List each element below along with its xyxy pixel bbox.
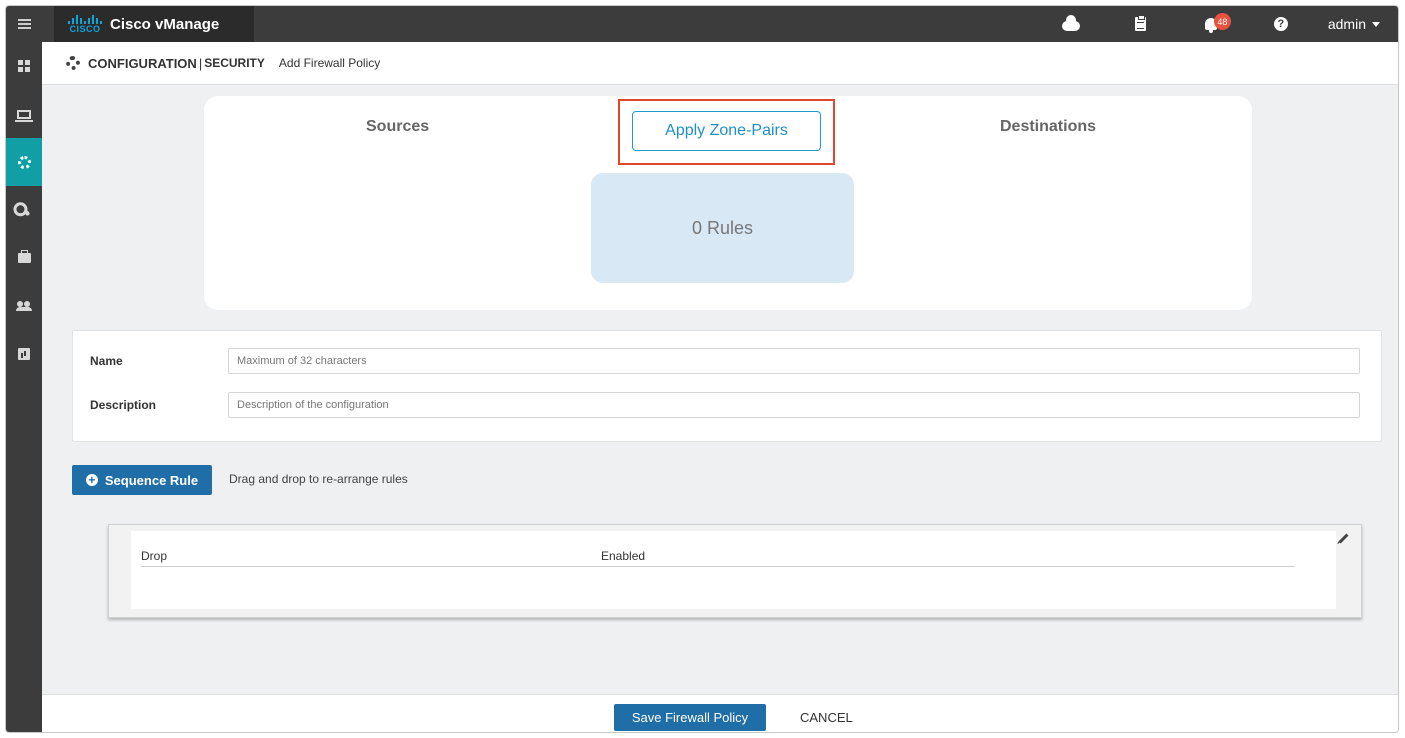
- cloud-icon: [1061, 15, 1080, 31]
- sidebar-item-maintenance[interactable]: [6, 234, 42, 282]
- rules-count-box: 0 Rules: [591, 173, 854, 283]
- sidebar-item-administration[interactable]: [6, 282, 42, 330]
- notifications-button[interactable]: 48: [1176, 6, 1246, 42]
- description-input[interactable]: [228, 392, 1360, 418]
- description-row: Description: [73, 392, 1381, 418]
- name-row: Name: [73, 348, 1381, 374]
- sequence-rule-label: Sequence Rule: [104, 472, 199, 488]
- top-bar: CISCO Cisco vManage 48 ? admin: [6, 6, 1398, 42]
- breadcrumb: CONFIGURATION | SECURITY Add Firewall Po…: [42, 42, 1398, 85]
- chevron-down-icon: [1372, 21, 1380, 27]
- user-name: admin: [1327, 16, 1366, 32]
- help-button[interactable]: ?: [1246, 6, 1316, 42]
- chart-icon: [18, 348, 30, 360]
- rule-action: Drop: [141, 549, 168, 563]
- plus-circle-icon: +: [85, 474, 98, 486]
- breadcrumb-subsection[interactable]: SECURITY: [204, 56, 265, 70]
- tasks-button[interactable]: [1106, 6, 1176, 42]
- pencil-edit-icon[interactable]: [1338, 533, 1349, 544]
- gear-icon: [66, 56, 80, 70]
- cancel-button[interactable]: CANCEL: [800, 704, 853, 731]
- laptop-icon: [15, 109, 33, 122]
- menu-icon: [17, 19, 31, 29]
- sidebar-item-analytics[interactable]: [6, 330, 42, 378]
- sidebar: [6, 42, 42, 732]
- sidebar-item-monitor[interactable]: [6, 90, 42, 138]
- briefcase-icon: [17, 250, 31, 263]
- brand[interactable]: CISCO Cisco vManage: [54, 6, 254, 42]
- rule-status: Enabled: [601, 549, 646, 563]
- cloud-button[interactable]: [1036, 6, 1106, 42]
- app-title: Cisco vManage: [110, 15, 220, 33]
- sidebar-item-tools[interactable]: [6, 186, 42, 234]
- save-firewall-policy-button[interactable]: Save Firewall Policy: [614, 704, 766, 731]
- footer-actions: Save Firewall Policy CANCEL: [42, 694, 1398, 732]
- notification-badge: 48: [1213, 13, 1231, 30]
- apply-zone-pairs-button[interactable]: Apply Zone-Pairs: [632, 111, 821, 151]
- name-input[interactable]: [228, 348, 1360, 374]
- zone-pairs-panel: Sources Apply Zone-Pairs Destinations 0 …: [204, 96, 1252, 310]
- cisco-logo-icon: CISCO: [68, 14, 102, 34]
- sequence-rule-card[interactable]: Drop Enabled: [108, 524, 1362, 618]
- add-sequence-rule-button[interactable]: + Sequence Rule: [72, 465, 212, 495]
- policy-form: Name Description: [72, 330, 1382, 442]
- users-icon: [16, 301, 32, 311]
- description-label: Description: [90, 398, 157, 412]
- rule-content: Drop Enabled: [131, 531, 1336, 609]
- menu-button[interactable]: [6, 6, 42, 42]
- wrench-icon: [17, 203, 31, 217]
- user-menu[interactable]: admin: [1328, 16, 1380, 32]
- dashboard-grid-icon: [18, 60, 30, 72]
- cisco-logo-word: CISCO: [69, 23, 101, 34]
- top-actions: 48 ? admin: [1036, 6, 1380, 42]
- clipboard-icon: [1135, 15, 1147, 31]
- name-label: Name: [90, 354, 123, 368]
- table-row: Drop Enabled: [141, 541, 1295, 567]
- help-icon: ?: [1273, 17, 1288, 31]
- sidebar-item-dashboard[interactable]: [6, 42, 42, 90]
- breadcrumb-separator: |: [198, 55, 203, 71]
- app-window: CISCO Cisco vManage 48 ? admin CONFIGURA…: [5, 5, 1399, 733]
- sidebar-item-configuration[interactable]: [6, 138, 42, 186]
- sequence-hint: Drag and drop to re-arrange rules: [229, 472, 408, 486]
- sources-label: Sources: [366, 118, 430, 135]
- page-title: Add Firewall Policy: [278, 56, 381, 70]
- breadcrumb-section[interactable]: CONFIGURATION: [88, 56, 197, 71]
- gear-icon: [17, 155, 31, 169]
- destinations-label: Destinations: [1000, 118, 1097, 135]
